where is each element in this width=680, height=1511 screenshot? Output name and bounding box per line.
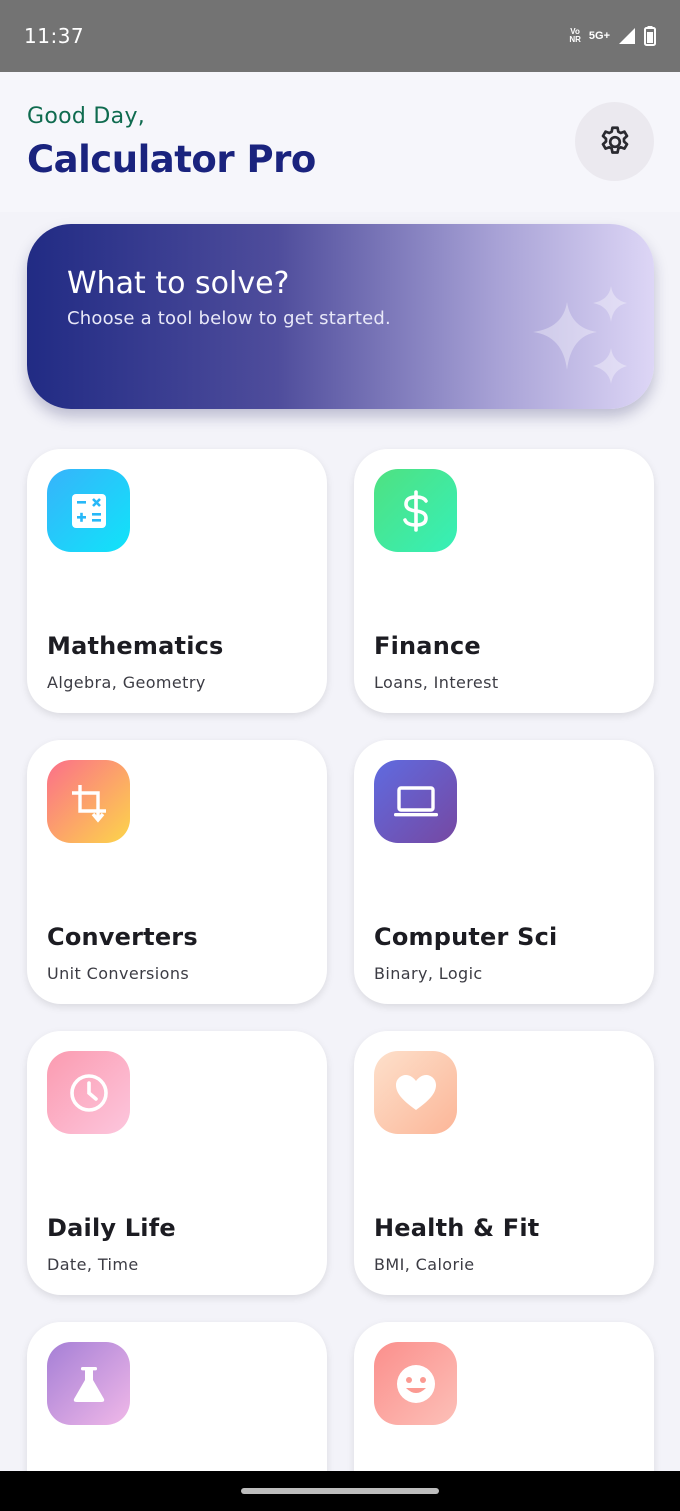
calculator-icon (47, 469, 130, 552)
card-title: Converters (47, 923, 198, 951)
system-nav-bar (0, 1471, 680, 1511)
card-subtitle: BMI, Calorie (374, 1255, 475, 1274)
flask-icon (47, 1342, 130, 1425)
crop-icon (47, 760, 130, 843)
header: Good Day, Calculator Pro (0, 72, 680, 212)
gear-icon (601, 125, 628, 154)
smiley-icon (374, 1342, 457, 1425)
signal-icon (619, 28, 635, 44)
status-icons: Vo NR 5G+ (569, 26, 656, 46)
card-title: Health & Fit (374, 1214, 540, 1242)
laptop-icon (374, 760, 457, 843)
network-type: 5G+ (588, 29, 610, 42)
category-card-health-fit[interactable]: Health & Fit BMI, Calorie (354, 1031, 654, 1295)
category-card-daily-life[interactable]: Daily Life Date, Time (27, 1031, 327, 1295)
clock-icon (47, 1051, 130, 1134)
hero-title: What to solve? (67, 266, 290, 301)
category-card-converters[interactable]: Converters Unit Conversions (27, 740, 327, 1004)
sparkle-icon (533, 286, 627, 384)
greeting: Good Day, (27, 104, 146, 129)
app-title: Calculator Pro (27, 138, 316, 181)
status-time: 11:37 (24, 24, 85, 48)
card-subtitle: Binary, Logic (374, 964, 483, 983)
volte-icon: Vo NR (569, 27, 581, 44)
card-title: Mathematics (47, 632, 224, 660)
category-card-computer-sci[interactable]: Computer Sci Binary, Logic (354, 740, 654, 1004)
category-card-finance[interactable]: Finance Loans, Interest (354, 449, 654, 713)
hero-subtitle: Choose a tool below to get started. (67, 308, 391, 329)
card-subtitle: Date, Time (47, 1255, 139, 1274)
hero-banner: What to solve? Choose a tool below to ge… (27, 224, 654, 409)
card-title: Daily Life (47, 1214, 176, 1242)
status-bar: 11:37 Vo NR 5G+ (0, 0, 680, 72)
heart-icon (374, 1051, 457, 1134)
home-gesture-handle[interactable] (241, 1488, 439, 1494)
settings-button[interactable] (575, 102, 654, 181)
card-title: Computer Sci (374, 923, 558, 951)
dollar-icon (374, 469, 457, 552)
card-subtitle: Loans, Interest (374, 673, 499, 692)
battery-icon (644, 26, 656, 46)
card-title: Finance (374, 632, 481, 660)
card-subtitle: Algebra, Geometry (47, 673, 206, 692)
card-subtitle: Unit Conversions (47, 964, 190, 983)
category-card-mathematics[interactable]: Mathematics Algebra, Geometry (27, 449, 327, 713)
